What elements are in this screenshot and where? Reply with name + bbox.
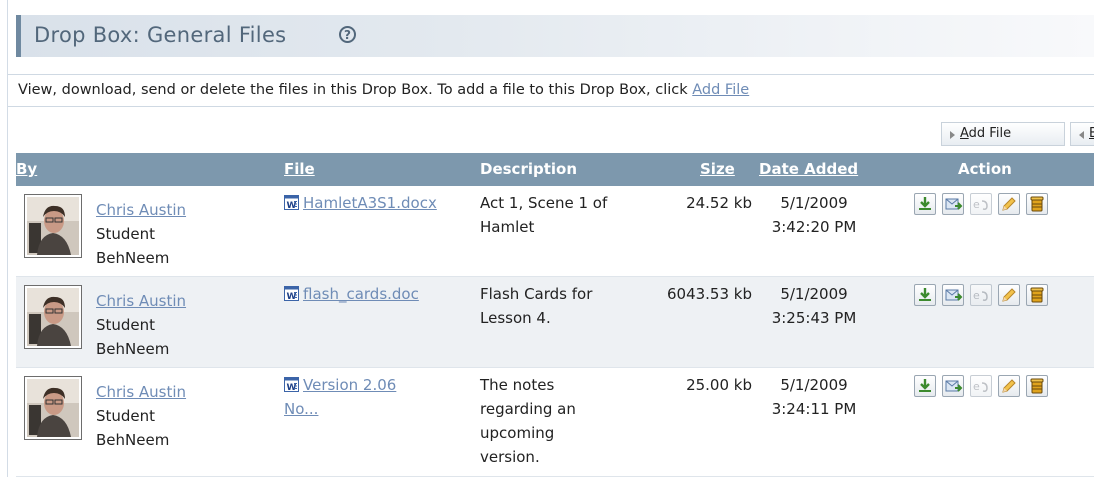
file-cell: W Version 2.06 No...: [284, 373, 472, 421]
email-disabled-icon: e: [970, 284, 992, 306]
page-title: Drop Box: General Files: [34, 23, 287, 47]
size-cell: 6043.53 kb: [666, 285, 752, 303]
description-line: Hamlet: [480, 218, 535, 236]
download-icon[interactable]: [914, 375, 936, 397]
edit-pencil-icon[interactable]: [998, 284, 1020, 306]
date-value: 5/1/2009: [780, 285, 848, 303]
author-role: Student: [96, 407, 156, 425]
back-button[interactable]: Back: [1070, 122, 1094, 146]
download-icon[interactable]: [914, 284, 936, 306]
email-disabled-icon: e: [970, 193, 992, 215]
delete-bin-icon[interactable]: [1026, 284, 1048, 306]
add-file-button-label: Add File: [960, 126, 1011, 141]
author-role: Student: [96, 225, 156, 243]
file-link[interactable]: Version 2.06: [303, 376, 396, 394]
table-header: By File Description Size Date Added Acti…: [16, 153, 1094, 186]
date-cell: 5/1/2009 3:42:20 PM: [759, 191, 869, 239]
edit-pencil-icon[interactable]: [998, 375, 1020, 397]
avatar: [24, 285, 82, 349]
author-link[interactable]: Chris Austin: [96, 198, 186, 222]
table-row: Chris Austin Student BehNeem W flash_car…: [16, 277, 1094, 368]
size-cell: 24.52 kb: [686, 194, 752, 212]
file-link[interactable]: flash_cards.doc: [303, 285, 419, 303]
author-link[interactable]: Chris Austin: [96, 289, 186, 313]
description-text: View, download, send or delete the files…: [18, 82, 749, 98]
word-document-icon: W: [284, 195, 299, 210]
send-icon[interactable]: [942, 193, 964, 215]
author-group: BehNeem: [96, 340, 170, 358]
avatar: [24, 194, 82, 258]
table-row: Chris Austin Student BehNeem W HamletA3S…: [16, 186, 1094, 277]
word-document-icon: W: [284, 286, 299, 301]
file-link[interactable]: HamletA3S1.docx: [303, 194, 437, 212]
add-file-accesskey: A: [960, 126, 969, 141]
edit-pencil-icon[interactable]: [998, 193, 1020, 215]
sort-by-author-header[interactable]: By: [16, 160, 37, 178]
date-cell: 5/1/2009 3:25:43 PM: [759, 282, 869, 330]
avatar: [24, 376, 82, 440]
file-cell: W flash_cards.doc: [284, 282, 472, 306]
send-icon[interactable]: [942, 284, 964, 306]
author-cell: Chris Austin Student BehNeem: [96, 289, 186, 361]
delete-bin-icon[interactable]: [1026, 375, 1048, 397]
time-value: 3:25:43 PM: [771, 309, 857, 327]
page-title-bar: Drop Box: General Files ?: [16, 15, 1094, 57]
description-cell: Act 1, Scene 1 of Hamlet: [480, 191, 650, 239]
svg-text:e: e: [973, 380, 980, 393]
send-icon[interactable]: [942, 375, 964, 397]
download-icon[interactable]: [914, 193, 936, 215]
description-bar: View, download, send or delete the files…: [8, 74, 1094, 107]
back-button-label: Back: [1089, 126, 1094, 141]
description-line: version.: [480, 448, 540, 466]
svg-text:e: e: [973, 198, 980, 211]
user-photo-icon: [27, 197, 79, 255]
date-cell: 5/1/2009 3:24:11 PM: [759, 373, 869, 421]
svg-text:W: W: [287, 292, 297, 301]
add-file-rest: dd File: [968, 126, 1012, 141]
svg-text:W: W: [287, 201, 297, 210]
author-cell: Chris Austin Student BehNeem: [96, 380, 186, 452]
word-document-icon: W: [284, 377, 299, 392]
author-link[interactable]: Chris Austin: [96, 380, 186, 404]
sort-by-size-header[interactable]: Size: [700, 160, 735, 178]
author-cell: Chris Austin Student BehNeem: [96, 198, 186, 270]
table-row: Chris Austin Student BehNeem W Version 2…: [16, 368, 1094, 477]
svg-text:e: e: [973, 289, 980, 302]
svg-text:W: W: [287, 383, 297, 392]
arrow-right-icon: [950, 131, 955, 139]
description-line: Flash Cards for: [480, 285, 593, 303]
email-disabled-icon: e: [970, 375, 992, 397]
description-body: View, download, send or delete the files…: [18, 82, 693, 98]
date-value: 5/1/2009: [780, 194, 848, 212]
author-role: Student: [96, 316, 156, 334]
delete-bin-icon[interactable]: [1026, 193, 1048, 215]
description-cell: The notes regarding an upcoming version.: [480, 373, 650, 469]
file-link-continued[interactable]: No...: [284, 400, 318, 418]
description-header: Description: [480, 160, 578, 178]
action-header: Action: [958, 160, 1012, 178]
sort-by-file-header[interactable]: File: [284, 160, 315, 178]
date-value: 5/1/2009: [780, 376, 848, 394]
size-cell: 25.00 kb: [686, 376, 752, 394]
arrow-left-icon: [1079, 131, 1084, 139]
author-group: BehNeem: [96, 249, 170, 267]
help-icon[interactable]: ?: [339, 26, 356, 43]
description-line: Lesson 4.: [480, 309, 551, 327]
description-line: regarding an: [480, 400, 576, 418]
description-line: The notes: [480, 376, 555, 394]
description-cell: Flash Cards for Lesson 4.: [480, 282, 650, 330]
time-value: 3:42:20 PM: [771, 218, 857, 236]
add-file-link[interactable]: Add File: [692, 82, 749, 98]
description-line: Act 1, Scene 1 of: [480, 194, 608, 212]
author-group: BehNeem: [96, 431, 170, 449]
user-photo-icon: [27, 288, 79, 346]
file-cell: W HamletA3S1.docx: [284, 191, 472, 215]
add-file-button[interactable]: Add File: [941, 122, 1065, 146]
back-accesskey: B: [1089, 126, 1094, 141]
description-line: upcoming: [480, 424, 555, 442]
page-left-border: [7, 0, 8, 477]
sort-by-date-header[interactable]: Date Added: [759, 160, 858, 178]
user-photo-icon: [27, 379, 79, 437]
time-value: 3:24:11 PM: [771, 400, 857, 418]
